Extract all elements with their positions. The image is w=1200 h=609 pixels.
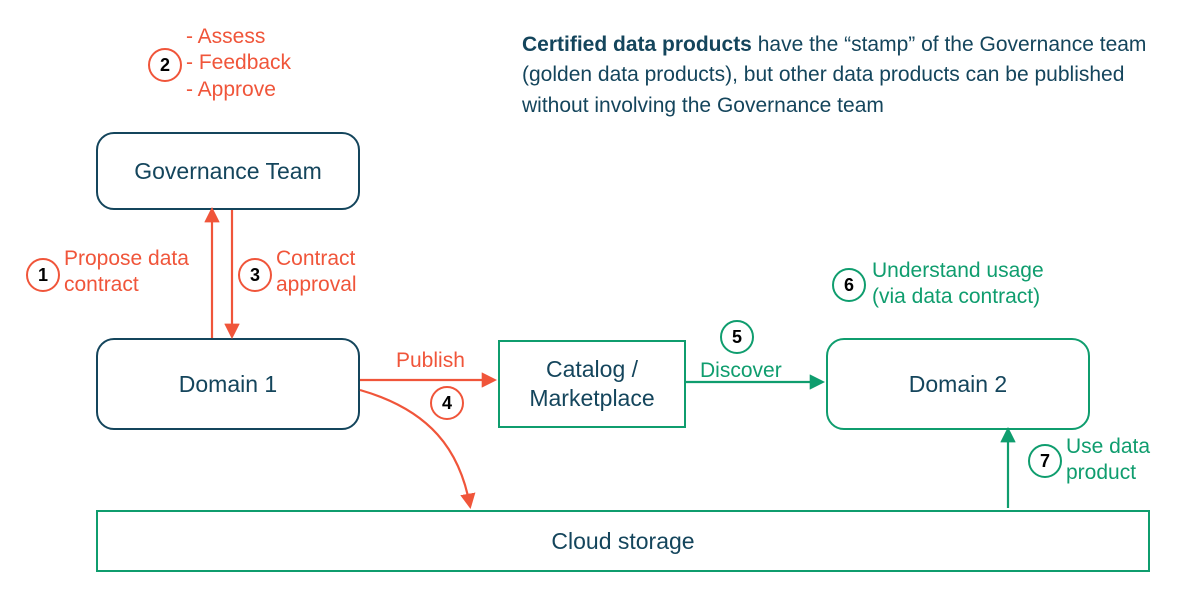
step-7-line2: product <box>1066 461 1136 484</box>
step-3-line2: approval <box>276 273 357 296</box>
step-6-line2: (via data contract) <box>872 285 1040 308</box>
step-7-badge: 7 <box>1028 444 1062 478</box>
governance-team-label: Governance Team <box>134 157 322 186</box>
step-6-label: Understand usage (via data contract) <box>872 258 1044 311</box>
step-1-line1: Propose data <box>64 247 189 270</box>
governance-team-box: Governance Team <box>96 132 360 210</box>
step-2-line1: - Assess <box>186 25 265 48</box>
step-6-number: 6 <box>844 275 854 296</box>
step-7-line1: Use data <box>1066 435 1150 458</box>
step-5-badge: 5 <box>720 320 754 354</box>
catalog-label-line1: Catalog / <box>546 355 638 384</box>
domain-2-box: Domain 2 <box>826 338 1090 430</box>
step-3-number: 3 <box>250 265 260 286</box>
step-4-label: Publish <box>396 348 465 374</box>
step-4-text: Publish <box>396 349 465 372</box>
step-6-badge: 6 <box>832 268 866 302</box>
step-1-label: Propose data contract <box>64 246 189 299</box>
step-6-line1: Understand usage <box>872 259 1044 282</box>
step-4-badge: 4 <box>430 386 464 420</box>
domain-1-label: Domain 1 <box>179 370 277 399</box>
step-1-line2: contract <box>64 273 139 296</box>
step-2-number: 2 <box>160 55 170 76</box>
catalog-label-line2: Marketplace <box>529 384 654 413</box>
catalog-marketplace-box: Catalog / Marketplace <box>498 340 686 428</box>
step-4-number: 4 <box>442 393 452 414</box>
cloud-storage-box: Cloud storage <box>96 510 1150 572</box>
cloud-storage-label: Cloud storage <box>551 527 694 556</box>
step-3-badge: 3 <box>238 258 272 292</box>
step-2-line2: - Feedback <box>186 51 291 74</box>
step-5-text: Discover <box>700 359 782 382</box>
step-3-label: Contract approval <box>276 246 357 299</box>
description-text: Certified data products have the “stamp”… <box>522 30 1152 121</box>
domain-1-box: Domain 1 <box>96 338 360 430</box>
step-1-number: 1 <box>38 265 48 286</box>
description-bold: Certified data products <box>522 33 752 56</box>
step-1-badge: 1 <box>26 258 60 292</box>
step-7-number: 7 <box>1040 451 1050 472</box>
step-2-line3: - Approve <box>186 78 276 101</box>
domain-2-label: Domain 2 <box>909 370 1007 399</box>
step-2-badge: 2 <box>148 48 182 82</box>
step-2-label: - Assess - Feedback - Approve <box>186 24 291 103</box>
diagram-canvas: Certified data products have the “stamp”… <box>0 0 1200 609</box>
step-5-number: 5 <box>732 327 742 348</box>
step-7-label: Use data product <box>1066 434 1150 487</box>
step-5-label: Discover <box>700 358 782 384</box>
step-3-line1: Contract <box>276 247 355 270</box>
